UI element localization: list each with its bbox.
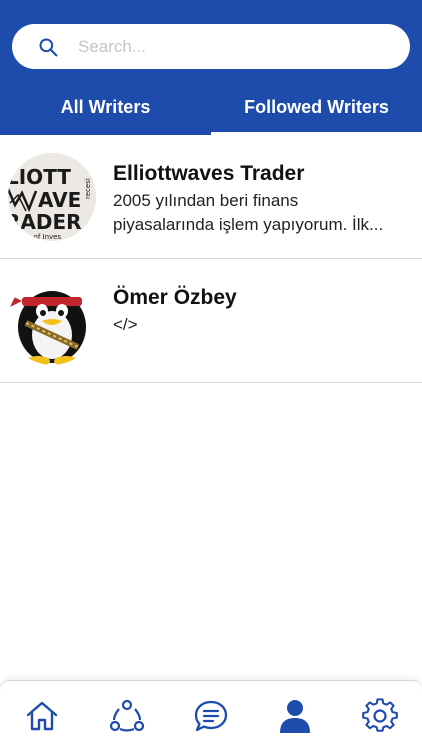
chat-bubble-icon: [194, 700, 228, 731]
penguin-avatar[interactable]: [8, 277, 96, 365]
writer-bio-line1: 2005 yılından beri finans: [113, 191, 299, 210]
tab-followed-writers[interactable]: Followed Writers: [211, 80, 422, 135]
search-icon: [39, 38, 58, 56]
writer-info: Elliottwaves Trader 2005 yılından beri f…: [113, 161, 413, 237]
writer-bio: 2005 yılından beri finans piyasalarında …: [113, 189, 413, 237]
list-item[interactable]: LIOTT AVE RADER recesi rea of Inves Elli…: [0, 135, 422, 259]
header: All Writers Followed Writers: [0, 0, 422, 135]
gear-icon: [361, 697, 398, 732]
home-icon: [26, 701, 58, 730]
writer-name: Elliottwaves Trader: [113, 162, 305, 185]
search-bar[interactable]: [12, 24, 410, 69]
svg-text:rea of Inves: rea of Inves: [20, 233, 61, 241]
nav-profile-button[interactable]: [270, 691, 320, 741]
search-input[interactable]: [78, 36, 378, 57]
nav-settings-button[interactable]: [355, 691, 405, 741]
svg-text:recesi: recesi: [84, 178, 92, 199]
list-item[interactable]: Ömer Özbey </>: [0, 259, 422, 383]
user-icon: [280, 699, 311, 733]
writer-bio: </>: [113, 313, 413, 337]
svg-text:AVE: AVE: [38, 188, 81, 212]
writer-bio-line2: piyasalarında işlem yapıyorum. İlk...: [113, 215, 384, 234]
writer-list: LIOTT AVE RADER recesi rea of Inves Elli…: [0, 135, 422, 383]
nav-home-button[interactable]: [17, 691, 67, 741]
svg-text:LIOTT: LIOTT: [8, 165, 71, 189]
nav-chat-button[interactable]: [186, 691, 236, 741]
svg-text:RADER: RADER: [8, 210, 82, 234]
writer-bio-line1: </>: [113, 315, 138, 334]
writer-tabs: All Writers Followed Writers: [0, 80, 422, 135]
nav-share-button[interactable]: [102, 691, 152, 741]
share-network-icon: [109, 699, 144, 732]
tab-all-writers[interactable]: All Writers: [0, 80, 211, 135]
bottom-nav: [0, 680, 422, 750]
writer-info: Ömer Özbey </>: [113, 285, 413, 337]
writer-name: Ömer Özbey: [113, 286, 237, 309]
elliottwaves-logo-avatar[interactable]: LIOTT AVE RADER recesi rea of Inves: [8, 153, 96, 241]
